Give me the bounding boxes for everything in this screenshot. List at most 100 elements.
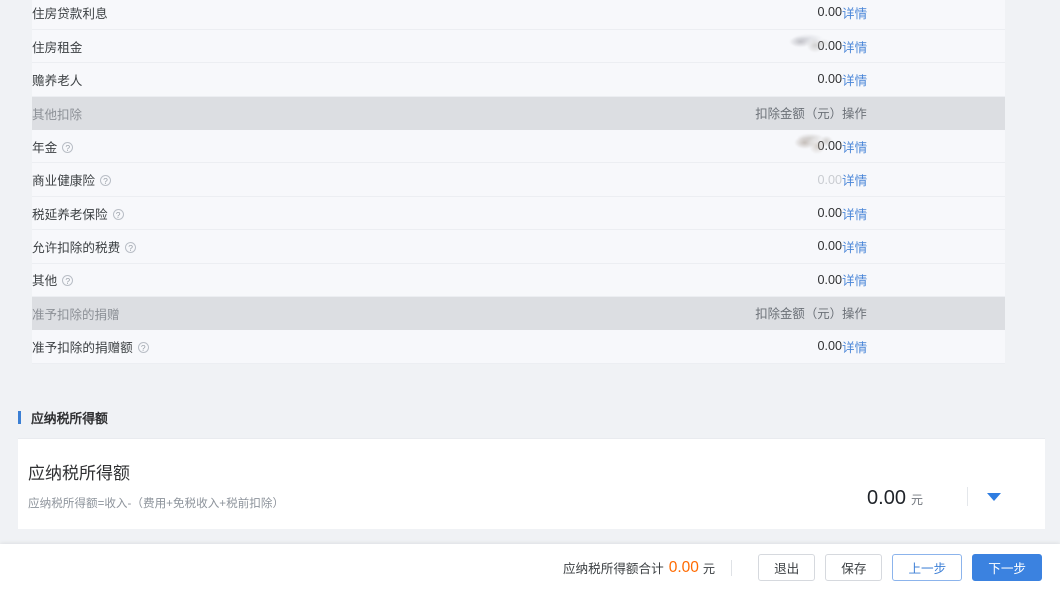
row-label: 住房贷款利息 (32, 6, 108, 21)
row-amount-value: 0.00 (817, 5, 842, 20)
help-icon[interactable]: ? (62, 275, 74, 287)
row-label-cell: 准予扣除的捐赠 (32, 297, 512, 330)
deductions-table-container: 住房贷款利息 0.00 详情 住房租金 0.00 详情 赡养老人 0.00 详情 其他扣除 扣除金额… (32, 0, 1005, 364)
footer-button-ghost[interactable]: 上一步 (892, 554, 963, 581)
row-action-cell[interactable]: 详情 (842, 28, 1005, 64)
row-label-cell: 年金? (32, 129, 512, 164)
row-label: 其他 (32, 274, 58, 289)
chevron-down-icon[interactable] (987, 493, 1001, 501)
row-action-cell[interactable]: 详情 (842, 195, 1005, 231)
footer-total-unit: 元 (702, 561, 716, 576)
table-row: 准予扣除的捐赠额? 0.00 详情 (32, 329, 1005, 364)
card-divider (967, 487, 968, 506)
help-icon[interactable]: ? (99, 175, 111, 187)
row-amount-cell: 0.00 (512, 162, 842, 197)
row-label-cell: 允许扣除的税费? (32, 229, 512, 264)
row-amount-value: 0.00 (817, 239, 842, 254)
tax-declaration-page: 住房贷款利息 0.00 详情 住房租金 0.00 详情 赡养老人 0.00 详情 其他扣除 扣除金额… (0, 0, 1060, 591)
table-row: 允许扣除的税费? 0.00 详情 (32, 229, 1005, 264)
section-title: 应纳税所得额 (31, 411, 108, 426)
amount-column-header-label: 扣除金额（元） (755, 307, 842, 322)
row-amount-value: 0.00 (817, 272, 842, 287)
row-action-cell[interactable]: 详情 (842, 229, 1005, 264)
row-label: 准予扣除的捐赠额 (32, 340, 133, 355)
row-label: 住房租金 (32, 40, 83, 55)
card-amount-unit: 元 (910, 493, 923, 507)
row-amount-value: 0.00 (817, 339, 842, 354)
row-label: 税延养老保险 (32, 207, 108, 222)
action-column-header: 操作 (842, 96, 1005, 129)
row-amount-cell: 0.00 (512, 28, 842, 64)
row-label-cell: 商业健康险? (32, 162, 512, 197)
row-label-cell: 住房贷款利息 (32, 0, 512, 30)
card-amount: 0.00 元 (867, 487, 923, 510)
row-label-cell: 其他? (32, 262, 512, 298)
footer-button-plain[interactable]: 保存 (825, 554, 883, 581)
action-column-header: 操作 (842, 297, 1005, 330)
section-accent-bar (18, 411, 21, 424)
row-action-cell[interactable]: 详情 (842, 162, 1005, 197)
help-icon[interactable]: ? (125, 241, 137, 253)
detail-link[interactable]: 详情 (842, 208, 867, 222)
amount-column-header-label: 扣除金额（元） (755, 107, 842, 122)
help-icon[interactable]: ? (62, 141, 74, 153)
table-row: 商业健康险? 0.00 详情 (32, 162, 1005, 197)
action-column-header-label: 操作 (842, 107, 867, 122)
row-amount-value: 0.00 (817, 39, 842, 54)
row-action-cell[interactable]: 详情 (842, 129, 1005, 164)
detail-link[interactable]: 详情 (842, 7, 867, 21)
detail-link[interactable]: 详情 (842, 74, 867, 88)
detail-link[interactable]: 详情 (842, 274, 867, 288)
row-label-cell: 准予扣除的捐赠额? (32, 329, 512, 364)
row-amount-cell: 0.00 (512, 62, 842, 97)
footer-total-value: 0.00 (668, 558, 699, 576)
row-amount-cell: 0.00 (512, 229, 842, 264)
row-amount-cell: 0.00 (512, 195, 842, 231)
table-row: 住房租金 0.00 详情 (32, 28, 1005, 64)
footer-button-primary[interactable]: 下一步 (972, 554, 1042, 581)
amount-column-header: 扣除金额（元） (512, 96, 842, 129)
detail-link[interactable]: 详情 (842, 141, 867, 155)
card-formula: 应纳税所得额=收入-（费用+免税收入+税前扣除） (28, 497, 285, 510)
help-icon[interactable]: ? (137, 341, 149, 353)
detail-link[interactable]: 详情 (842, 341, 867, 355)
row-label: 准予扣除的捐赠 (32, 307, 120, 322)
row-action-cell[interactable]: 详情 (842, 262, 1005, 298)
row-label-cell: 住房租金 (32, 28, 512, 64)
row-amount-value: 0.00 (817, 72, 842, 87)
action-column-header-label: 操作 (842, 307, 867, 322)
help-icon[interactable]: ? (112, 208, 124, 220)
row-amount-value: 0.00 (817, 206, 842, 221)
footer-button-plain[interactable]: 退出 (758, 554, 816, 581)
row-label: 赡养老人 (32, 73, 83, 88)
row-label-cell: 赡养老人 (32, 62, 512, 97)
row-label: 商业健康险 (32, 174, 95, 189)
row-amount-cell: 0.00 (512, 0, 842, 30)
table-group-header-row: 其他扣除 扣除金额（元） 操作 (32, 96, 1005, 130)
table-row: 年金? 0.00 详情 (32, 129, 1005, 164)
table-row: 税延养老保险? 0.00 详情 (32, 195, 1005, 231)
row-label-cell: 其他扣除 (32, 96, 512, 129)
row-label: 允许扣除的税费 (32, 240, 121, 255)
row-label-cell: 税延养老保险? (32, 195, 512, 231)
row-amount-cell: 0.00 (512, 329, 842, 364)
amount-column-header: 扣除金额（元） (512, 297, 842, 330)
detail-link[interactable]: 详情 (842, 174, 867, 188)
table-row: 其他? 0.00 详情 (32, 262, 1005, 298)
deductions-table: 住房贷款利息 0.00 详情 住房租金 0.00 详情 赡养老人 0.00 详情 其他扣除 扣除金额… (32, 0, 1005, 364)
row-amount-cell: 0.00 (512, 262, 842, 298)
row-action-cell[interactable]: 详情 (842, 329, 1005, 364)
row-action-cell[interactable]: 详情 (842, 0, 1005, 30)
card-amount-value: 0.00 (867, 487, 906, 509)
section-header-taxable-income: 应纳税所得额 (0, 404, 1060, 431)
row-amount-value: 0.00 (817, 172, 842, 187)
footer-total-label: 应纳税所得额合计 (562, 562, 664, 576)
row-amount-cell: 0.00 (512, 129, 842, 164)
detail-link[interactable]: 详情 (842, 241, 867, 255)
card-title: 应纳税所得额 (28, 464, 130, 483)
detail-link[interactable]: 详情 (842, 41, 867, 55)
table-row: 住房贷款利息 0.00 详情 (32, 0, 1005, 30)
taxable-income-card: 应纳税所得额 应纳税所得额=收入-（费用+免税收入+税前扣除） 0.00 元 (18, 438, 1045, 529)
row-action-cell[interactable]: 详情 (842, 62, 1005, 97)
row-amount-value: 0.00 (817, 139, 842, 153)
